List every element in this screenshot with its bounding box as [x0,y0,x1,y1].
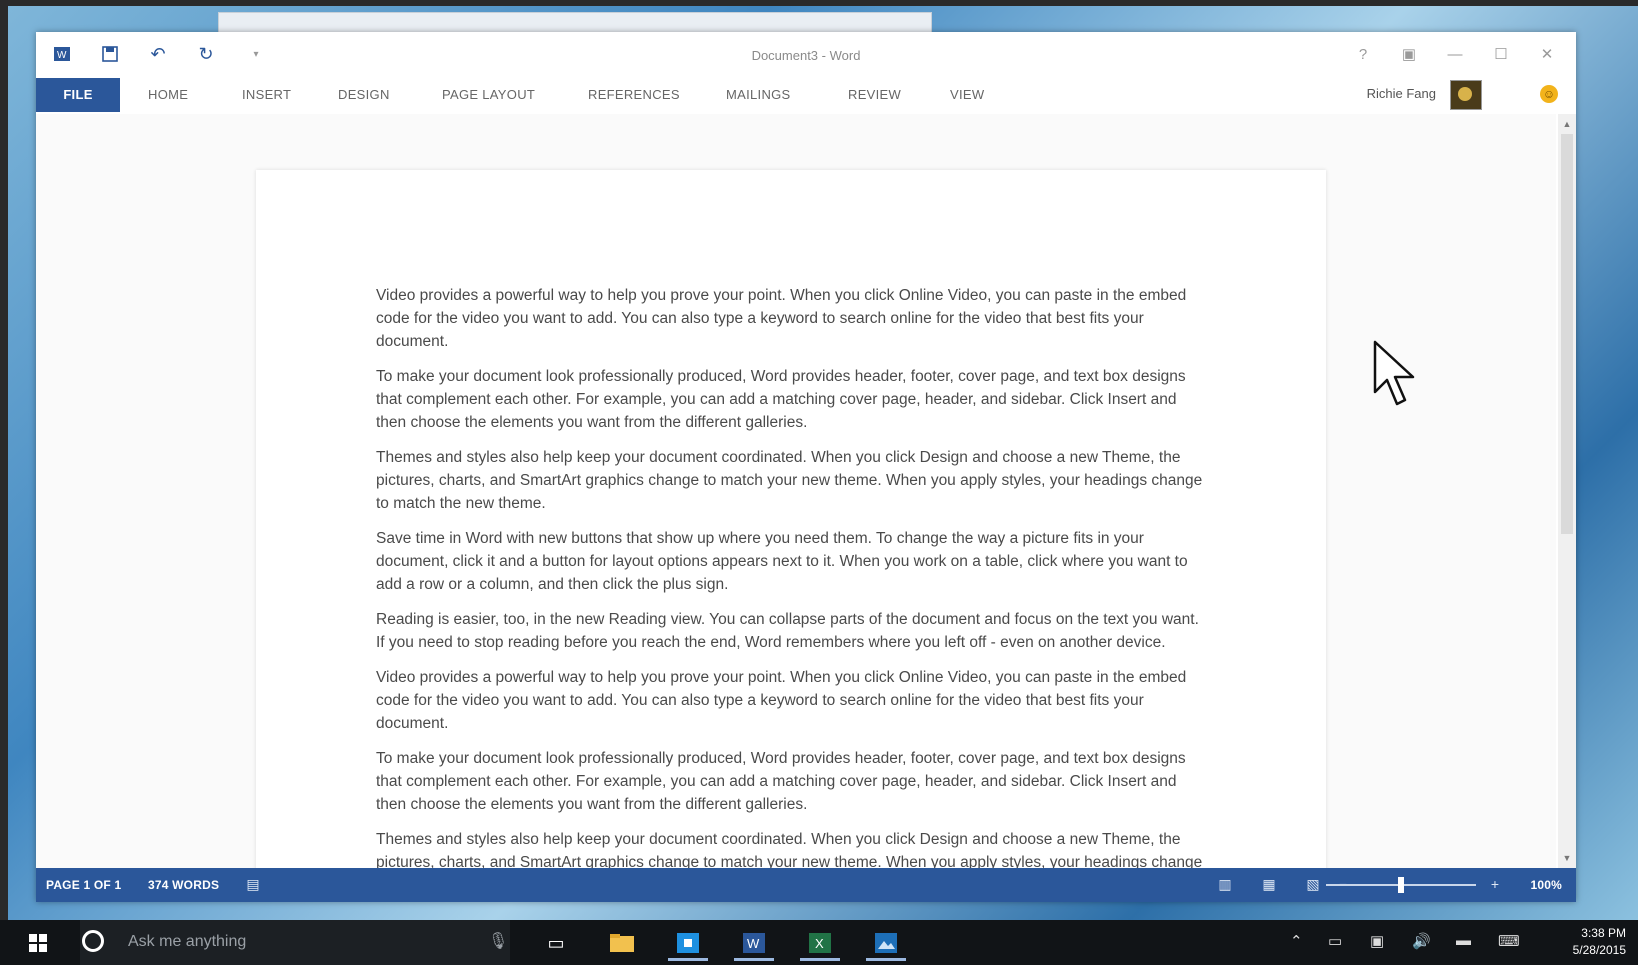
svg-text:X: X [815,936,824,951]
paragraph[interactable]: To make your document look professionall… [376,365,1206,434]
network-icon[interactable]: ▣ [1370,932,1384,950]
scroll-down-icon[interactable]: ▼ [1558,850,1576,866]
tab-design[interactable]: DESIGN [338,78,390,112]
status-bar: PAGE 1 OF 1 374 WORDS ▤ ▥ ▦ ▧ − + 100% [36,868,1576,902]
maximize-icon[interactable]: ☐ [1484,42,1518,66]
taskbar: Ask me anything 🎙 ▭ W X ⌃ ▭ ▣ 🔊 ▬ ⌨ 3:38… [0,920,1638,965]
paragraph[interactable]: Themes and styles also help keep your do… [376,446,1206,515]
start-icon[interactable] [18,928,58,958]
page-count[interactable]: PAGE 1 OF 1 [46,878,121,892]
show-hidden-icons-icon[interactable]: ⌃ [1290,932,1303,950]
paragraph[interactable]: Reading is easier, too, in the new Readi… [376,608,1206,654]
tab-insert[interactable]: INSERT [242,78,291,112]
close-icon[interactable]: ✕ [1530,42,1564,66]
excel-taskbar-icon[interactable]: X [800,928,840,961]
avatar[interactable] [1450,80,1482,110]
battery-icon[interactable]: ▭ [1328,932,1342,950]
tab-file[interactable]: FILE [36,78,120,112]
mouse-cursor-icon [1373,340,1415,406]
tab-view[interactable]: VIEW [950,78,984,112]
word-taskbar-icon[interactable]: W [734,928,774,961]
minimize-icon[interactable]: — [1438,42,1472,66]
document-page[interactable]: Video provides a powerful way to help yo… [256,170,1326,868]
paragraph[interactable]: Video provides a powerful way to help yo… [376,284,1206,353]
read-mode-icon[interactable]: ▥ [1214,876,1236,894]
feedback-smiley-icon[interactable]: ☺ [1540,85,1558,103]
system-clock[interactable]: 3:38 PM 5/28/2015 [1573,925,1626,959]
document-title: Document3 - Word [751,48,861,63]
paragraph[interactable]: Video provides a powerful way to help yo… [376,666,1206,735]
paragraph[interactable]: Themes and styles also help keep your do… [376,828,1206,868]
help-icon[interactable]: ? [1346,42,1380,66]
zoom-slider[interactable] [1326,877,1476,893]
paragraph[interactable]: Save time in Word with new buttons that … [376,527,1206,596]
ribbon-display-icon[interactable]: ▣ [1392,42,1426,66]
zoom-level[interactable]: 100% [1531,878,1563,892]
file-explorer-icon[interactable] [602,928,642,958]
word-window: W ↶ ↻ ▾ Document3 - Word ? ▣ — ☐ ✕ FILE … [36,32,1576,902]
clock-time: 3:38 PM [1581,926,1626,940]
tab-page-layout[interactable]: PAGE LAYOUT [442,78,535,112]
action-center-icon[interactable]: ▬ [1456,932,1471,949]
keyboard-icon[interactable]: ⌨ [1498,932,1520,950]
cortana-icon[interactable] [82,930,104,952]
svg-text:W: W [747,936,760,951]
tab-references[interactable]: REFERENCES [588,78,680,112]
scroll-thumb[interactable] [1561,134,1573,534]
tab-mailings[interactable]: MAILINGS [726,78,791,112]
tab-review[interactable]: REVIEW [848,78,901,112]
zoom-in-icon[interactable]: + [1488,876,1502,894]
document-body[interactable]: Video provides a powerful way to help yo… [376,284,1206,868]
proofing-icon[interactable]: ▤ [242,876,264,894]
title-bar: W ↶ ↻ ▾ Document3 - Word ? ▣ — ☐ ✕ [36,32,1576,76]
search-input[interactable]: Ask me anything [128,933,246,951]
tab-home[interactable]: HOME [148,78,188,112]
word-count[interactable]: 374 WORDS [148,878,219,892]
paragraph[interactable]: To make your document look professionall… [376,747,1206,816]
task-view-icon[interactable]: ▭ [536,928,576,958]
web-layout-icon[interactable]: ▧ [1302,876,1324,894]
document-area[interactable]: Video provides a powerful way to help yo… [36,114,1556,868]
vertical-scrollbar[interactable]: ▲ ▼ [1558,114,1576,868]
ribbon-tabs: FILE HOME INSERT DESIGN PAGE LAYOUT REFE… [36,78,1576,112]
clock-date: 5/28/2015 [1572,943,1626,957]
user-name[interactable]: Richie Fang [1367,86,1436,101]
zoom-slider-thumb[interactable] [1398,877,1404,893]
microphone-icon[interactable]: 🎙 [488,931,508,951]
photos-taskbar-icon[interactable] [866,928,906,961]
store-icon[interactable] [668,928,708,961]
print-layout-icon[interactable]: ▦ [1258,876,1280,894]
volume-icon[interactable]: 🔊 [1412,932,1431,950]
scroll-up-icon[interactable]: ▲ [1558,116,1576,132]
